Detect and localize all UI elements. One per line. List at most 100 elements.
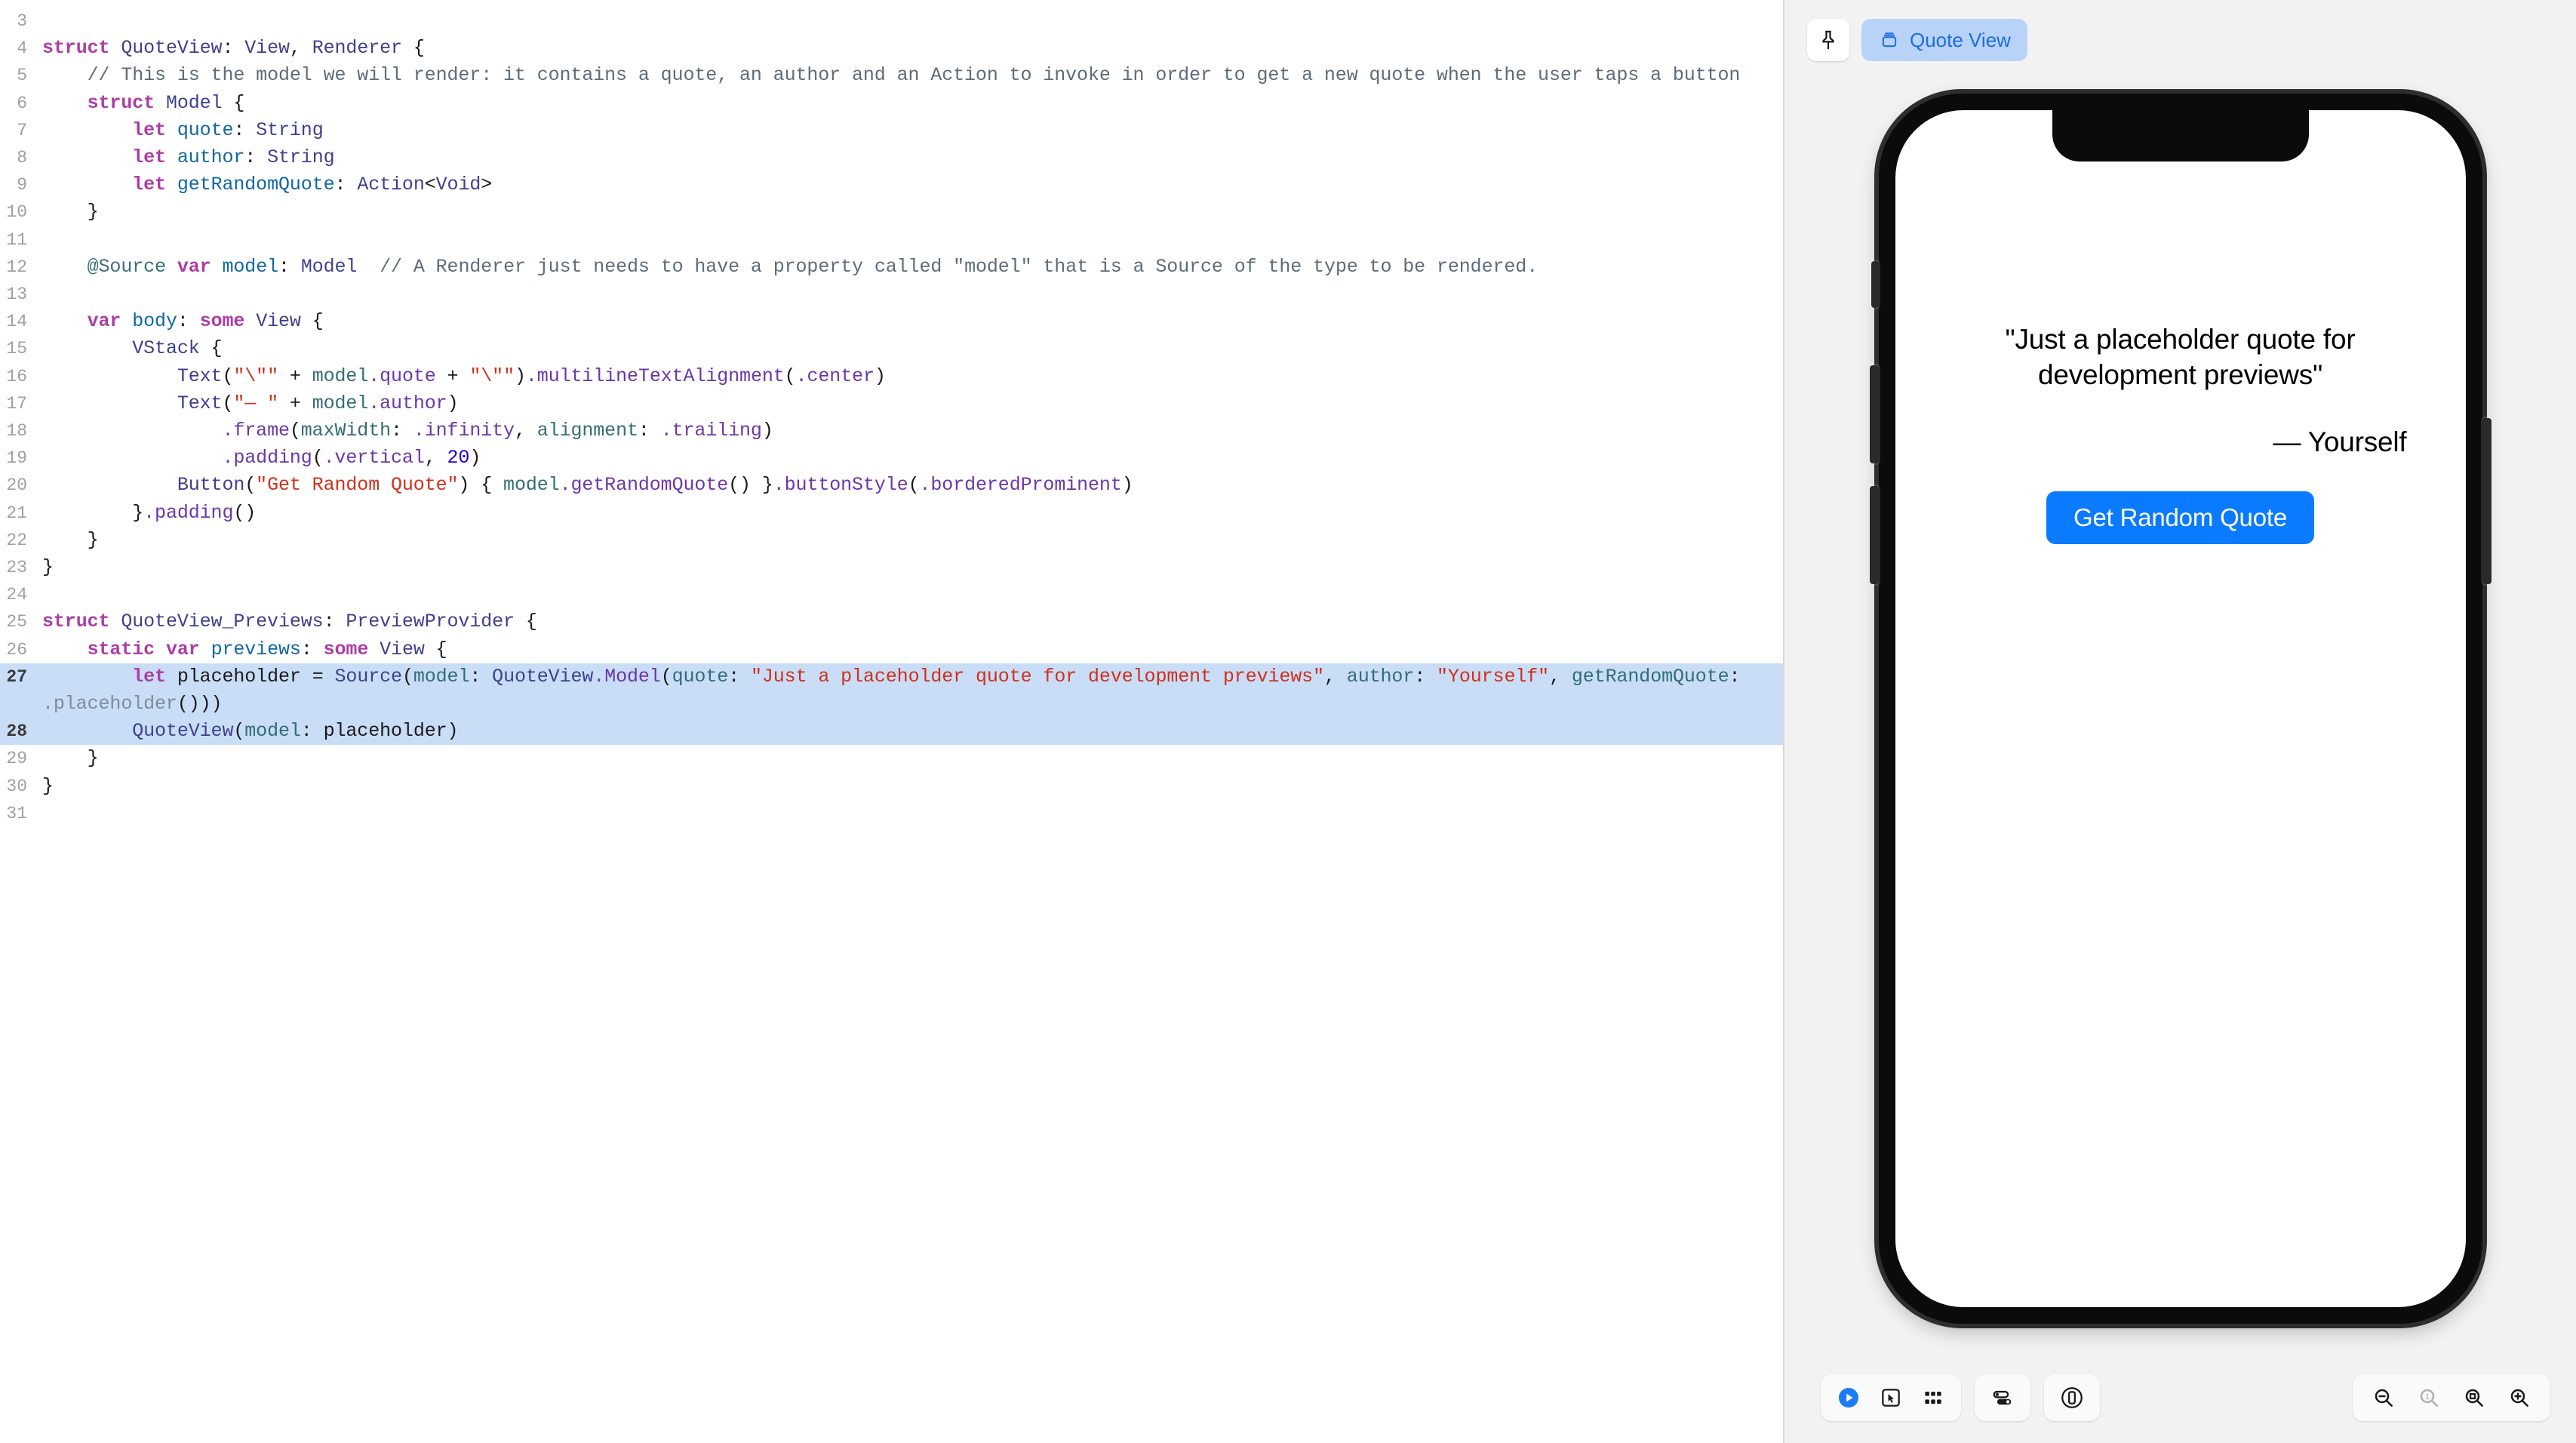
- code-line[interactable]: 10 }: [0, 198, 1783, 226]
- line-number[interactable]: 18: [0, 417, 35, 445]
- code-line[interactable]: 15 VStack {: [0, 335, 1783, 362]
- code-text[interactable]: QuoteView(model: placeholder): [35, 718, 1783, 745]
- code-line[interactable]: 29 }: [0, 745, 1783, 772]
- code-text[interactable]: var body: some View {: [35, 308, 1783, 335]
- code-line[interactable]: 31: [0, 800, 1783, 827]
- line-number[interactable]: 31: [0, 800, 35, 827]
- iphone-device-frame[interactable]: "Just a placeholder quote for developmen…: [1869, 94, 2491, 1324]
- code-text[interactable]: }: [35, 554, 1783, 581]
- code-line[interactable]: 6 struct Model {: [0, 90, 1783, 117]
- line-number[interactable]: 11: [0, 226, 35, 254]
- preview-name-chip[interactable]: Quote View: [1861, 19, 2027, 61]
- line-number[interactable]: 9: [0, 171, 35, 198]
- device-canvas[interactable]: "Just a placeholder quote for developmen…: [1784, 80, 2576, 1352]
- line-number[interactable]: 12: [0, 254, 35, 281]
- device-screen[interactable]: "Just a placeholder quote for developmen…: [1895, 110, 2466, 1307]
- code-line[interactable]: 14 var body: some View {: [0, 308, 1783, 335]
- code-text[interactable]: .padding(.vertical, 20): [35, 445, 1783, 472]
- code-text[interactable]: let author: String: [35, 144, 1783, 171]
- code-text[interactable]: let placeholder = Source(model: QuoteVie…: [35, 663, 1783, 718]
- code-text[interactable]: }: [35, 198, 1783, 226]
- zoom-out-button[interactable]: [2365, 1379, 2402, 1417]
- code-lines[interactable]: 3 4 struct QuoteView: View, Renderer {5 /…: [0, 0, 1783, 827]
- zoom-fit-button[interactable]: [2455, 1379, 2493, 1417]
- code-text[interactable]: struct Model {: [35, 90, 1783, 117]
- line-number[interactable]: 8: [0, 144, 35, 171]
- code-line[interactable]: 30}: [0, 773, 1783, 800]
- code-text[interactable]: Text("— " + model.author): [35, 390, 1783, 417]
- code-line[interactable]: 18 .frame(maxWidth: .infinity, alignment…: [0, 417, 1783, 445]
- line-number[interactable]: 3: [0, 8, 35, 35]
- zoom-in-button[interactable]: [2501, 1379, 2538, 1417]
- code-line[interactable]: 12 @Source var model: Model // A Rendere…: [0, 254, 1783, 281]
- line-number[interactable]: 24: [0, 581, 35, 608]
- code-line[interactable]: 21 }.padding(): [0, 500, 1783, 527]
- code-text[interactable]: [35, 281, 1783, 308]
- line-number[interactable]: 21: [0, 500, 35, 527]
- code-line[interactable]: 4 struct QuoteView: View, Renderer {: [0, 35, 1783, 62]
- code-text[interactable]: [35, 800, 1783, 827]
- code-text[interactable]: struct QuoteView: View, Renderer {: [35, 35, 1783, 62]
- code-text[interactable]: let quote: String: [35, 117, 1783, 144]
- code-line[interactable]: 22 }: [0, 527, 1783, 554]
- code-line[interactable]: 25 struct QuoteView_Previews: PreviewProv…: [0, 608, 1783, 635]
- line-number[interactable]: 13: [0, 281, 35, 308]
- code-line[interactable]: 7 let quote: String: [0, 117, 1783, 144]
- code-line[interactable]: 13: [0, 281, 1783, 308]
- code-text[interactable]: let getRandomQuote: Action<Void>: [35, 171, 1783, 198]
- code-line[interactable]: 26 static var previews: some View {: [0, 636, 1783, 663]
- code-text[interactable]: // This is the model we will render: it …: [35, 62, 1783, 89]
- select-mode-button[interactable]: [1872, 1379, 1910, 1417]
- code-line[interactable]: 5 // This is the model we will render: i…: [0, 62, 1783, 89]
- source-editor[interactable]: 3 4 struct QuoteView: View, Renderer {5 /…: [0, 0, 1784, 1443]
- code-line[interactable]: 8 let author: String: [0, 144, 1783, 171]
- line-number[interactable]: 30: [0, 773, 35, 800]
- code-text[interactable]: struct QuoteView_Previews: PreviewProvid…: [35, 608, 1783, 635]
- code-line[interactable]: 20 Button("Get Random Quote") { model.ge…: [0, 472, 1783, 499]
- code-text[interactable]: Button("Get Random Quote") { model.getRa…: [35, 472, 1783, 499]
- line-number[interactable]: 26: [0, 636, 35, 663]
- code-line[interactable]: 9 let getRandomQuote: Action<Void>: [0, 171, 1783, 198]
- code-line[interactable]: 16 Text("\"" + model.quote + "\"").multi…: [0, 363, 1783, 390]
- code-line[interactable]: 28 QuoteView(model: placeholder): [0, 718, 1783, 746]
- code-line[interactable]: 24: [0, 581, 1783, 608]
- line-number[interactable]: 22: [0, 527, 35, 554]
- line-number[interactable]: 17: [0, 390, 35, 417]
- code-text[interactable]: static var previews: some View {: [35, 636, 1783, 663]
- code-line[interactable]: 23}: [0, 554, 1783, 581]
- line-number[interactable]: 28: [0, 718, 35, 745]
- line-number[interactable]: 5: [0, 62, 35, 89]
- code-text[interactable]: }: [35, 745, 1783, 772]
- code-line[interactable]: 17 Text("— " + model.author): [0, 390, 1783, 417]
- code-line[interactable]: 11: [0, 226, 1783, 254]
- line-number[interactable]: 16: [0, 363, 35, 390]
- line-number[interactable]: 20: [0, 472, 35, 499]
- line-number[interactable]: 14: [0, 308, 35, 335]
- pin-preview-button[interactable]: [1807, 19, 1849, 61]
- play-preview-button[interactable]: [1830, 1379, 1867, 1417]
- line-number[interactable]: 6: [0, 90, 35, 117]
- code-line[interactable]: 3: [0, 8, 1783, 35]
- variants-button[interactable]: [1914, 1379, 1952, 1417]
- code-text[interactable]: Text("\"" + model.quote + "\"").multilin…: [35, 363, 1783, 390]
- device-orientation-button[interactable]: [2053, 1379, 2091, 1417]
- line-number[interactable]: 4: [0, 35, 35, 62]
- line-number[interactable]: 23: [0, 554, 35, 581]
- code-text[interactable]: }.padding(): [35, 500, 1783, 527]
- line-number[interactable]: 10: [0, 198, 35, 226]
- code-text[interactable]: VStack {: [35, 335, 1783, 362]
- line-number[interactable]: 15: [0, 335, 35, 362]
- line-number[interactable]: 7: [0, 117, 35, 144]
- line-number[interactable]: 27: [0, 663, 35, 691]
- device-settings-button[interactable]: [1984, 1379, 2021, 1417]
- code-text[interactable]: }: [35, 527, 1783, 554]
- code-text[interactable]: .frame(maxWidth: .infinity, alignment: .…: [35, 417, 1783, 445]
- code-text[interactable]: [35, 8, 1783, 35]
- code-line[interactable]: 19 .padding(.vertical, 20): [0, 445, 1783, 472]
- line-number[interactable]: 29: [0, 745, 35, 772]
- code-text[interactable]: [35, 581, 1783, 608]
- code-text[interactable]: [35, 226, 1783, 254]
- code-line[interactable]: 27 let placeholder = Source(model: Quote…: [0, 663, 1783, 718]
- code-text[interactable]: @Source var model: Model // A Renderer j…: [35, 254, 1783, 281]
- line-number[interactable]: 25: [0, 608, 35, 635]
